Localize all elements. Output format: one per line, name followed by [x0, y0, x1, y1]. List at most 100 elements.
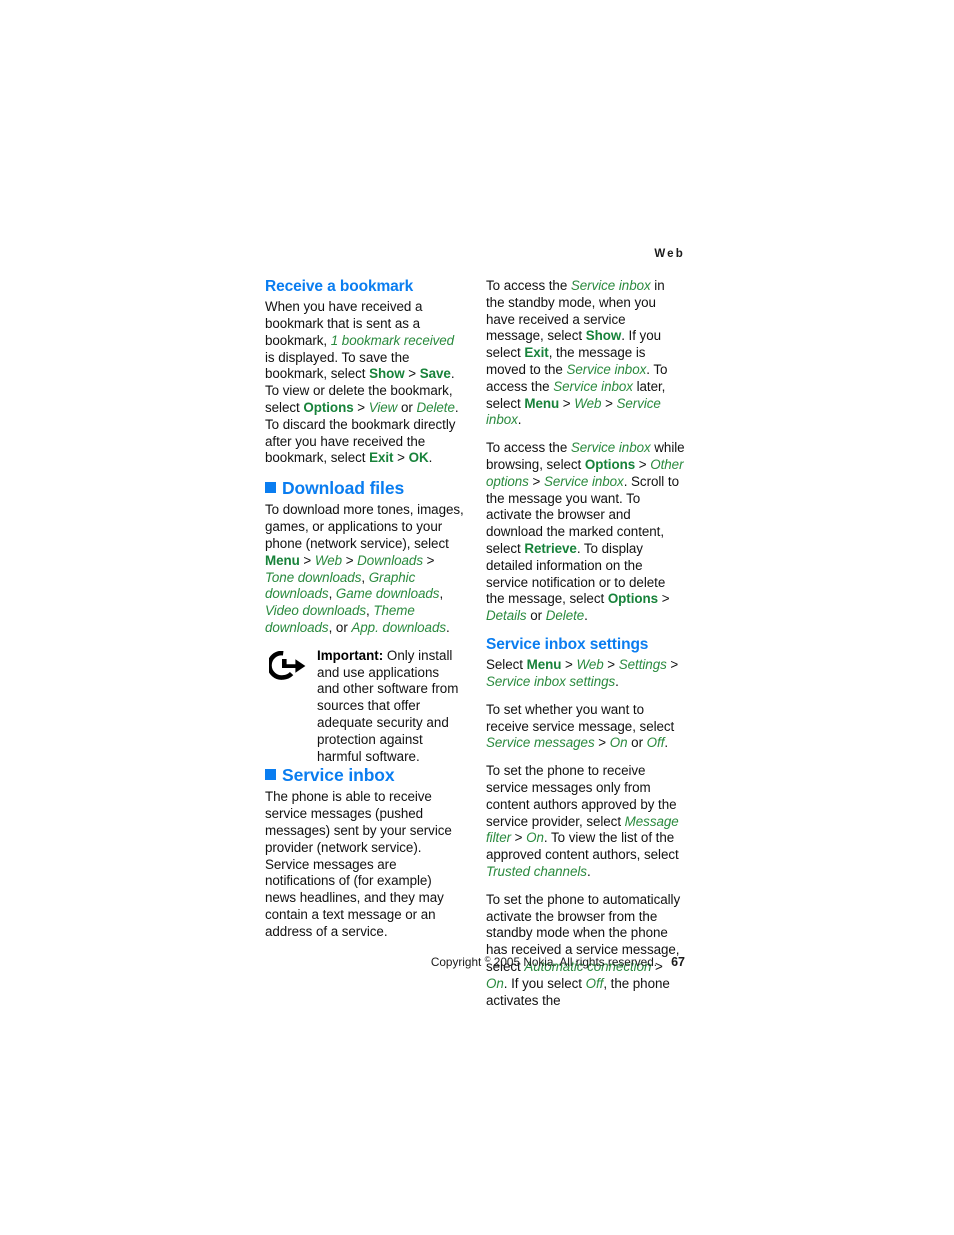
left-column: Receive a bookmark When you have receive…: [265, 278, 465, 941]
separator: >: [559, 395, 575, 411]
menu-item-downloads: Downloads: [357, 552, 423, 568]
paragraph-automatic-connection-setting: To set the phone to automatically activa…: [486, 892, 686, 1010]
text-run: .: [446, 619, 450, 635]
menu-item-trusted-channels: Trusted channels: [486, 863, 587, 879]
menu-item-web: Web: [576, 657, 604, 673]
section-heading-label: Download files: [282, 478, 405, 499]
paragraph-access-service-inbox-standby: To access the Service inbox in the stand…: [486, 278, 686, 429]
command-options: Options: [584, 456, 636, 472]
subheading-service-inbox-settings: Service inbox settings: [486, 635, 649, 653]
text-run: Select: [486, 657, 527, 673]
text-run: , or: [328, 619, 352, 635]
text-run: ,: [328, 586, 336, 602]
text-run: .: [586, 863, 591, 879]
menu-item-service-inbox: Service inbox: [553, 378, 633, 394]
menu-item-service-inbox: Service inbox: [570, 440, 651, 456]
text-run: or: [627, 735, 647, 751]
section-heading-service-inbox: Service inbox: [265, 765, 465, 785]
separator: >: [601, 395, 617, 411]
paragraph-service-messages-setting: To set whether you want to receive servi…: [486, 702, 686, 752]
separator: >: [635, 456, 651, 472]
separator: >: [353, 400, 369, 416]
right-column: To access the Service inbox in the stand…: [486, 278, 686, 1009]
menu-item-web: Web: [314, 552, 343, 568]
separator: >: [528, 473, 544, 489]
command-exit: Exit: [369, 450, 394, 466]
command-show: Show: [585, 328, 622, 344]
separator: >: [603, 657, 619, 673]
document-page: Web Receive a bookmark When you have rec…: [0, 0, 954, 1235]
square-bullet-icon: [265, 769, 276, 781]
text-run: . If you select: [503, 975, 586, 991]
menu-item-on: On: [526, 830, 544, 846]
text-run: Only install and use applications and ot…: [317, 647, 459, 764]
text-run: ,: [439, 586, 444, 602]
separator: >: [511, 830, 527, 846]
paragraph-settings-path: Select Menu > Web > Settings > Service i…: [486, 657, 686, 691]
paragraph-service-inbox: The phone is able to receive service mes…: [265, 789, 452, 939]
separator: >: [404, 366, 420, 382]
important-note: Important: Only install and use applicat…: [265, 648, 465, 766]
command-show: Show: [369, 366, 405, 382]
text-run: To access the: [486, 440, 571, 456]
command-menu: Menu: [265, 552, 300, 568]
paragraph-message-filter-setting: To set the phone to receive service mess…: [486, 763, 686, 881]
separator: >: [342, 552, 358, 568]
command-options: Options: [607, 591, 659, 607]
copyright-text: 2005 Nokia. All rights reserved.: [490, 955, 658, 969]
important-arrow-icon: [267, 650, 307, 681]
menu-item-on: On: [486, 975, 504, 991]
section-heading-label: Service inbox: [282, 765, 395, 786]
text-run: .: [517, 412, 522, 428]
command-save: Save: [419, 366, 451, 382]
text-run: .: [584, 608, 588, 624]
text-run: .: [428, 450, 433, 466]
command-menu: Menu: [524, 395, 560, 411]
menu-item-video-downloads: Video downloads: [265, 603, 367, 619]
separator: >: [422, 552, 435, 568]
menu-item-bookmark-received: 1 bookmark received: [330, 332, 455, 348]
copyright-text: Copyright: [430, 955, 485, 969]
text-run: ,: [361, 569, 369, 585]
menu-item-off: Off: [646, 735, 665, 751]
menu-item-details: Details: [486, 608, 527, 624]
menu-item-delete: Delete: [545, 608, 585, 624]
menu-item-on: On: [609, 735, 628, 751]
paragraph-receive-a-bookmark: When you have received a bookmark that i…: [265, 299, 465, 467]
text-run: To access the: [486, 278, 571, 293]
command-ok: OK: [408, 450, 429, 466]
separator: >: [299, 552, 315, 568]
important-label: Important:: [317, 647, 384, 663]
page-number: 67: [671, 955, 685, 969]
text-run: .: [615, 674, 619, 690]
menu-item-service-inbox-settings: Service inbox settings: [486, 674, 616, 690]
paragraph-download-files: To download more tones, images, games, o…: [265, 502, 465, 636]
menu-item-settings: Settings: [618, 657, 667, 673]
two-column-body: Receive a bookmark When you have receive…: [265, 278, 690, 1008]
separator: >: [594, 735, 610, 751]
section-heading-download-files: Download files: [265, 478, 465, 498]
menu-item-off: Off: [585, 975, 604, 991]
text-run: or: [526, 608, 546, 624]
important-note-text: Important: Only install and use applicat…: [317, 648, 465, 766]
menu-item-view: View: [368, 400, 398, 416]
command-retrieve: Retrieve: [524, 540, 577, 556]
menu-item-delete: Delete: [416, 400, 455, 416]
separator: >: [658, 591, 670, 607]
command-exit: Exit: [524, 345, 549, 361]
text-run: To download more tones, images, games, o…: [265, 502, 464, 551]
square-bullet-icon: [265, 482, 276, 494]
text-run: .: [664, 735, 669, 751]
running-head: Web: [654, 248, 685, 260]
menu-item-app-downloads: App. downloads: [351, 619, 446, 635]
separator: >: [561, 657, 577, 673]
menu-item-service-inbox: Service inbox: [543, 473, 624, 489]
menu-item-game-downloads: Game downloads: [335, 586, 440, 602]
separator: >: [666, 657, 679, 673]
text-run: or: [397, 400, 417, 416]
menu-item-service-messages: Service messages: [486, 735, 595, 751]
page-footer: Copyright © 2005 Nokia. All rights reser…: [265, 955, 685, 969]
text-run: To set whether you want to receive servi…: [486, 701, 675, 734]
menu-item-tone-downloads: Tone downloads: [265, 569, 362, 585]
menu-item-service-inbox: Service inbox: [566, 361, 647, 377]
